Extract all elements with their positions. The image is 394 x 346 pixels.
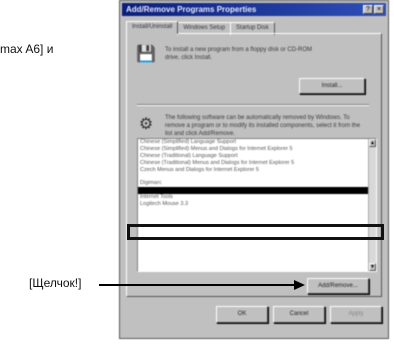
add-remove-button[interactable]: Add/Remove... <box>307 278 369 294</box>
selected-item-highlight <box>127 224 384 240</box>
uninstall-icon: ⚙ <box>138 116 154 133</box>
install-disk-icon: 💾 <box>136 46 156 63</box>
tab-install-uninstall[interactable]: Install/Uninstall <box>126 21 179 34</box>
list-item[interactable]: Czech Menus and Dialogs for Internet Exp… <box>138 167 376 174</box>
scroll-up-icon[interactable]: ▲ <box>369 139 376 147</box>
list-item[interactable]: Chinese (Simplified) Menus and Dialogs f… <box>138 146 376 153</box>
install-uninstall-panel: 💾 To install a new program from a floppy… <box>126 33 382 297</box>
pointer-arrow-line <box>99 284 296 286</box>
cancel-button[interactable]: Cancel <box>273 306 325 323</box>
divider <box>137 104 369 106</box>
list-item[interactable]: Chinese (Traditional) Language Support <box>138 153 376 160</box>
program-list[interactable]: Chinese (Simplified) Language Support Ch… <box>137 138 377 272</box>
help-button[interactable]: ? <box>363 5 373 14</box>
install-button[interactable]: Install... <box>299 78 365 94</box>
close-button[interactable]: × <box>374 5 384 14</box>
list-item[interactable]: Logitech Mouse 3.3 <box>138 201 376 208</box>
list-item[interactable]: Digimarc <box>138 180 376 187</box>
dialog-title-bar[interactable]: Add/Remove Programs Properties ? × <box>122 3 386 16</box>
dialog-title: Add/Remove Programs Properties <box>126 5 257 14</box>
list-item-selected[interactable]: Samsung Digital Camera <box>138 187 376 194</box>
instruction-text-top: max A6] и <box>0 42 54 56</box>
ok-button[interactable]: OK <box>216 306 268 323</box>
add-remove-programs-dialog: Add/Remove Programs Properties ? × Insta… <box>119 0 389 339</box>
install-description: To install a new program from a floppy d… <box>165 47 313 61</box>
list-scrollbar[interactable]: ▲ ▼ <box>368 139 376 271</box>
click-label: [Щелчок!] <box>29 276 82 290</box>
scroll-down-icon[interactable]: ▼ <box>369 263 376 271</box>
uninstall-description: The following software can be automatica… <box>165 115 361 137</box>
list-item[interactable]: Chinese (Simplified) Language Support <box>138 139 376 146</box>
apply-button[interactable]: Apply <box>330 306 382 323</box>
pointer-arrow-icon <box>294 280 305 290</box>
list-item[interactable]: Chinese (Traditional) Menus and Dialogs … <box>138 160 376 167</box>
list-item[interactable]: Internet Tools <box>138 194 376 201</box>
